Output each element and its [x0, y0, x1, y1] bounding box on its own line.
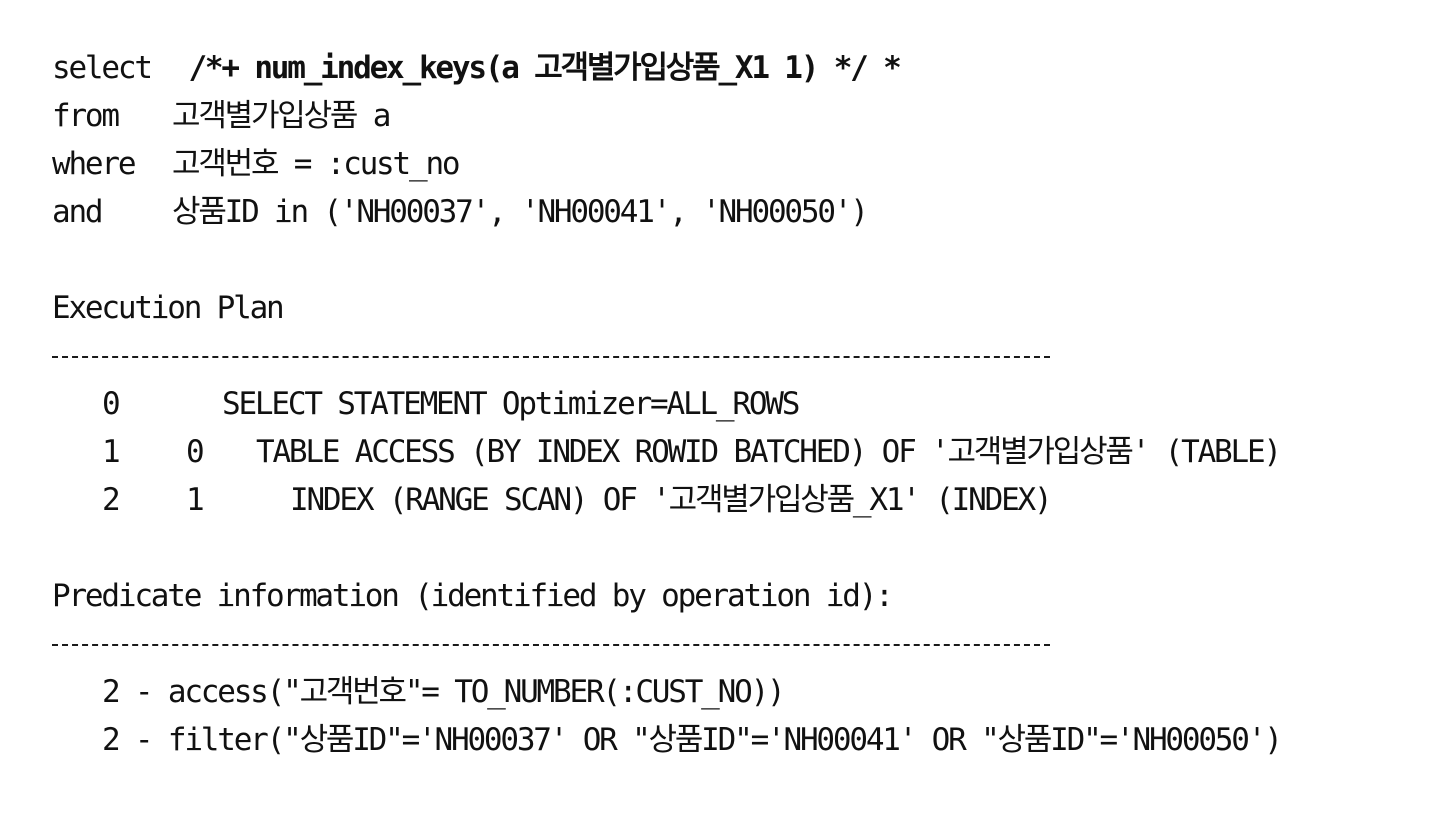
- plan-row: 1 0 TABLE ACCESS (BY INDEX ROWID BATCHED…: [52, 428, 1412, 476]
- predicate-heading: Predicate information (identified by ope…: [52, 578, 894, 614]
- plan-row-operation: SELECT STATEMENT Optimizer=ALL_ROWS: [222, 386, 800, 422]
- plan-row-id: 1: [102, 434, 121, 470]
- sql-where-line: where 고객번호 = :cust_no: [52, 140, 1412, 188]
- plan-divider: [52, 332, 1412, 380]
- sql-keyword-and: and: [52, 194, 104, 230]
- where-clause: 고객번호 = :cust_no: [172, 146, 461, 182]
- sql-keyword-select: select: [52, 50, 153, 86]
- sql-keyword-where: where: [52, 146, 137, 182]
- sql-keyword-from: from: [52, 98, 120, 134]
- and-clause: 상품ID in ('NH00037', 'NH00041', 'NH00050'…: [172, 194, 869, 230]
- plan-row-parent-id: 0: [186, 434, 205, 470]
- predicate-item: 2 - access("고객번호"= TO_NUMBER(:CUST_NO)): [102, 674, 786, 710]
- plan-row-operation: INDEX (RANGE SCAN) OF '고객별가입상품_X1' (INDE…: [290, 482, 1053, 518]
- sql-trace-document: select /*+ num_index_keys(a 고객별가입상품_X1 1…: [52, 44, 1412, 764]
- plan-row: 2 1 INDEX (RANGE SCAN) OF '고객별가입상품_X1' (…: [52, 476, 1412, 524]
- select-columns: *: [866, 50, 902, 86]
- from-clause: 고객별가입상품 a: [172, 98, 391, 134]
- plan-row-parent-id: 1: [186, 482, 205, 518]
- optimizer-hint: /*+ num_index_keys(a 고객별가입상품_X1 1) */: [188, 50, 868, 86]
- predicate-divider: [52, 620, 1412, 668]
- sql-select-line: select /*+ num_index_keys(a 고객별가입상품_X1 1…: [52, 44, 1412, 92]
- sql-from-line: from 고객별가입상품 a: [52, 92, 1412, 140]
- plan-row-id: 2: [102, 482, 121, 518]
- plan-row-operation: TABLE ACCESS (BY INDEX ROWID BATCHED) OF…: [256, 434, 1282, 470]
- plan-row: 0 SELECT STATEMENT Optimizer=ALL_ROWS: [52, 380, 1412, 428]
- execution-plan-heading: Execution Plan: [52, 290, 285, 326]
- predicate-item: 2 - filter("상품ID"='NH00037' OR "상품ID"='N…: [102, 722, 1283, 758]
- sql-and-line: and 상품ID in ('NH00037', 'NH00041', 'NH000…: [52, 188, 1412, 236]
- plan-row-id: 0: [102, 386, 121, 422]
